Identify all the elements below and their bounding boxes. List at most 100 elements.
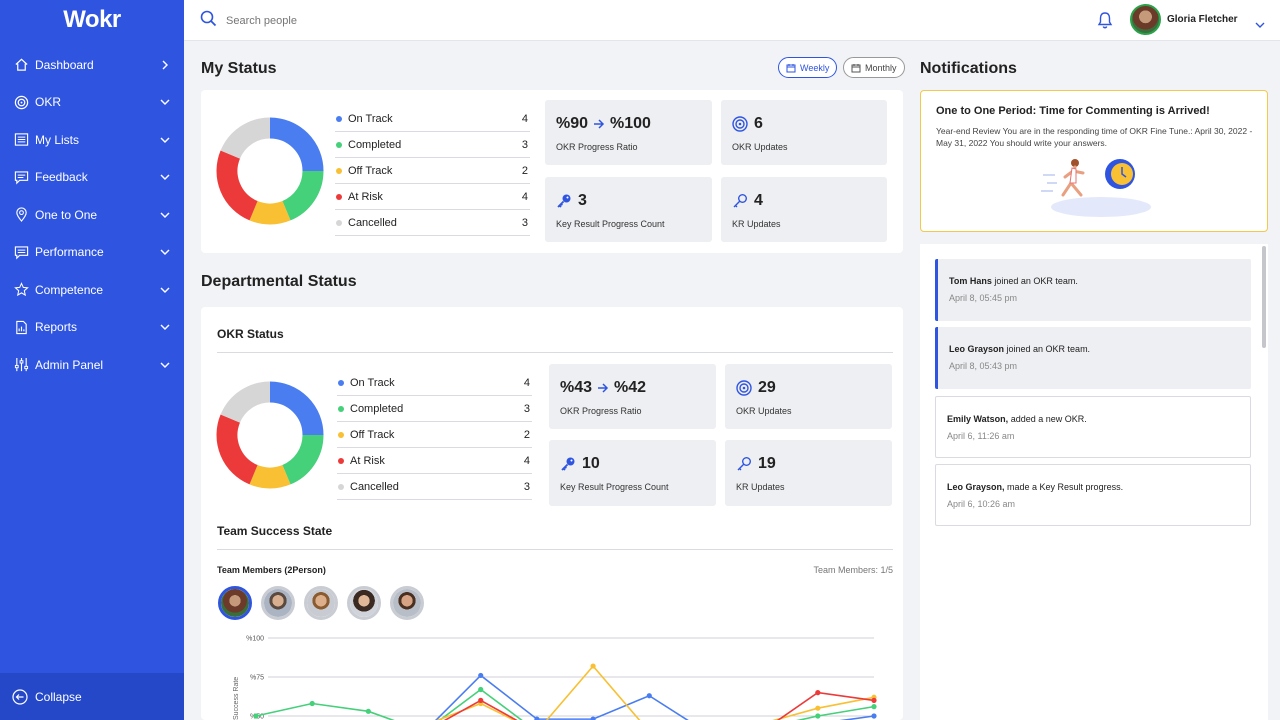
legend-dot: [336, 115, 342, 122]
topbar: Gloria Fletcher: [184, 0, 1280, 41]
legend-dot: [336, 193, 342, 200]
team-member-avatar[interactable]: [390, 586, 424, 620]
sidebar-item-dashboard[interactable]: Dashboard: [0, 46, 184, 84]
stat-value: 10: [560, 455, 600, 473]
stat-value: 29: [736, 379, 776, 397]
key-icon: [560, 456, 576, 472]
sidebar-item-competence[interactable]: Competence: [0, 271, 184, 309]
target-icon: [13, 94, 29, 110]
team-members-label: Team Members (2Person): [217, 565, 326, 575]
series-point[interactable]: [871, 713, 877, 719]
notification-message: Emily Watson, added a new OKR.: [947, 414, 1087, 424]
legend-value: 2: [521, 164, 528, 177]
team-member-avatar[interactable]: [304, 586, 338, 620]
sliders-icon: [13, 357, 29, 373]
running-person-clock-illustration: [1041, 159, 1151, 217]
notification-item[interactable]: Tom Hans joined an OKR team. April 8, 05…: [935, 259, 1251, 321]
monthly-label: Monthly: [865, 62, 897, 73]
donut-slice-at-risk: [216, 414, 259, 485]
series-point[interactable]: [815, 705, 821, 711]
notification-time: April 8, 05:43 pm: [949, 361, 1018, 371]
series-point[interactable]: [478, 672, 484, 679]
chevron-down-icon: [160, 322, 170, 332]
avatar: [264, 589, 292, 617]
sidebar-item-one-to-one[interactable]: One to One: [0, 196, 184, 234]
team-member-avatar[interactable]: [218, 586, 252, 620]
sidebar-item-feedback[interactable]: Feedback: [0, 159, 184, 197]
notification-actor: Tom Hans: [949, 276, 992, 286]
sidebar-item-label: Dashboard: [35, 57, 94, 72]
donut-slice-on-track: [269, 381, 324, 436]
departmental-status-title: Departmental Status: [201, 273, 357, 290]
notification-action: made a Key Result progress.: [1004, 482, 1124, 492]
series-point[interactable]: [590, 716, 596, 720]
legend-item-completed: Completed 3: [337, 396, 532, 422]
user-menu[interactable]: Gloria Fletcher: [1130, 4, 1265, 35]
chevron-down-icon: [160, 97, 170, 107]
legend-value: 3: [523, 480, 530, 493]
stat-value: %43 %42: [560, 379, 646, 397]
notification-item[interactable]: Emily Watson, added a new OKR. April 6, …: [935, 396, 1251, 458]
sidebar-item-admin-panel[interactable]: Admin Panel: [0, 346, 184, 384]
notification-item[interactable]: Leo Grayson joined an OKR team. April 8,…: [935, 327, 1251, 389]
notification-time: April 6, 11:26 am: [947, 431, 1015, 441]
notification-item[interactable]: Leo Grayson, made a Key Result progress.…: [935, 464, 1251, 526]
performance-icon: [13, 244, 29, 260]
series-point[interactable]: [309, 700, 315, 707]
legend-label: Off Track: [348, 164, 393, 177]
stat-value: 19: [736, 455, 776, 473]
sidebar-item-my-lists[interactable]: My Lists: [0, 121, 184, 159]
chevron-down-icon: [1255, 16, 1265, 34]
sidebar-nav: Dashboard OKR My Lists Feedback One to O…: [0, 46, 184, 384]
sidebar-item-performance[interactable]: Performance: [0, 234, 184, 272]
weekly-toggle[interactable]: Weekly: [778, 57, 838, 78]
chevron-down-icon: [160, 172, 170, 182]
report-icon: [13, 319, 29, 335]
series-point[interactable]: [871, 697, 877, 703]
series-point[interactable]: [253, 713, 259, 719]
sidebar-item-okr[interactable]: OKR: [0, 84, 184, 122]
team-member-avatar[interactable]: [261, 586, 295, 620]
legend-item-off-track: Off Track 2: [337, 422, 532, 448]
kr-updates-value: 4: [754, 192, 763, 209]
avatar: [307, 589, 335, 617]
kr-updates-stat: 19 KR Updates: [725, 440, 892, 506]
legend-dot: [338, 431, 344, 438]
series-point[interactable]: [478, 686, 484, 693]
key-result-progress-stat: 10 Key Result Progress Count: [549, 440, 716, 506]
sidebar-item-label: One to One: [35, 207, 98, 222]
search-input[interactable]: [226, 15, 526, 27]
legend-item-on-track: On Track 4: [337, 370, 532, 396]
okr-updates-value: 29: [758, 379, 776, 396]
legend-label: Cancelled: [348, 216, 397, 229]
okr-status-legend: On Track 4 Completed 3 Off Track 2 At Risk 4…: [337, 370, 532, 500]
my-status-donut-chart: [216, 117, 324, 225]
search-box: [200, 10, 526, 32]
notification-time: April 8, 05:45 pm: [949, 293, 1018, 303]
team-member-avatar[interactable]: [347, 586, 381, 620]
series-point[interactable]: [646, 693, 652, 699]
series-point[interactable]: [871, 704, 877, 710]
monthly-toggle[interactable]: Monthly: [843, 57, 905, 78]
series-point[interactable]: [478, 697, 484, 703]
stat-label: Key Result Progress Count: [556, 219, 665, 229]
app-logo[interactable]: Wokr: [0, 0, 184, 40]
series-point[interactable]: [815, 690, 821, 696]
legend-label: At Risk: [350, 454, 385, 467]
legend-dot: [338, 483, 344, 490]
legend-item-cancelled: Cancelled 3: [335, 210, 530, 236]
notification-banner[interactable]: One to One Period: Time for Commenting i…: [920, 90, 1268, 232]
series-point[interactable]: [815, 713, 821, 719]
collapse-button[interactable]: Collapse: [0, 673, 184, 720]
bell-icon[interactable]: [1097, 11, 1113, 34]
sidebar-item-reports[interactable]: Reports: [0, 309, 184, 347]
y-tick-label: %100: [246, 636, 264, 643]
feed-scrollbar[interactable]: [1262, 246, 1266, 348]
series-point[interactable]: [590, 663, 596, 669]
series-point[interactable]: [365, 708, 371, 714]
sidebar-item-label: Feedback: [35, 170, 88, 185]
chart-series: [253, 663, 877, 720]
chart-ylabel: Success Rate: [233, 677, 240, 720]
legend-value: 4: [521, 112, 528, 125]
kr-progress-value: 10: [582, 455, 600, 472]
